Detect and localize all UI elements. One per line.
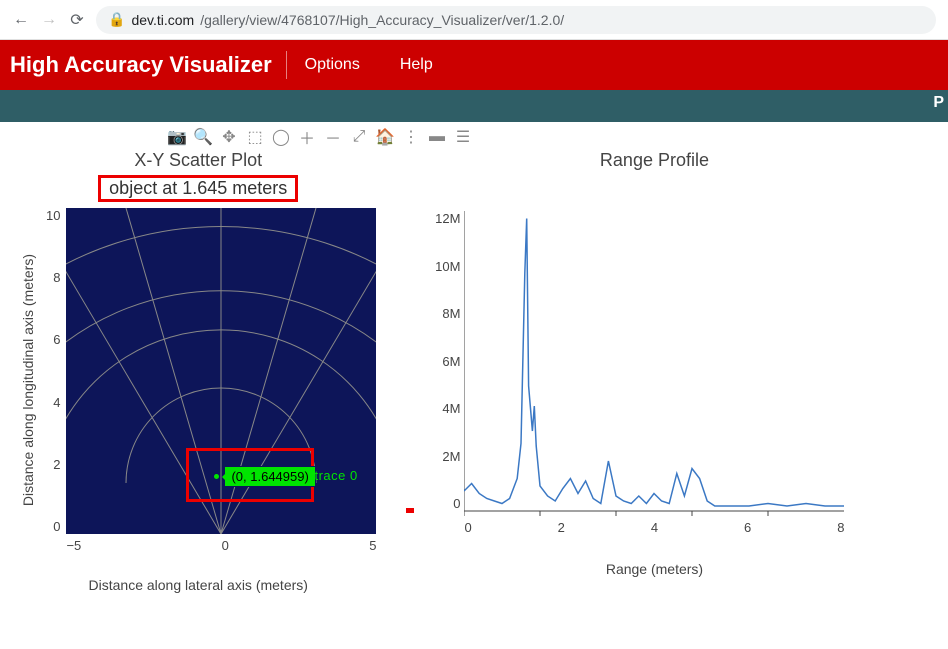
ytick: 4	[53, 395, 60, 410]
subbar-right: P	[933, 94, 944, 112]
zoom-in-icon[interactable]: ＋	[298, 128, 316, 146]
hover-closest-icon[interactable]: ▬	[428, 128, 446, 146]
ytick: 8	[53, 270, 60, 285]
camera-icon[interactable]: 📷	[168, 128, 186, 146]
ytick: 4M	[426, 401, 460, 416]
divider	[286, 51, 287, 79]
xtick: 8	[837, 520, 844, 535]
scatter-yticks: 10 8 6 4 2 0	[40, 208, 66, 534]
range-xticks: 0 2 4 6 8	[464, 520, 844, 535]
back-icon[interactable]: ←	[12, 11, 30, 29]
app-title: High Accuracy Visualizer	[10, 52, 278, 78]
lasso-icon[interactable]: ◯	[272, 128, 290, 146]
xtick: 5	[369, 538, 376, 553]
xtick: 6	[744, 520, 751, 535]
range-yticks: 12M 10M 8M 6M 4M 2M 0	[426, 211, 460, 511]
hover-compare-icon[interactable]: ☰	[454, 128, 472, 146]
box-select-icon[interactable]: ⬚	[246, 128, 264, 146]
scatter-plot-area[interactable]: (0, 1.644959) trace 0	[66, 208, 376, 534]
pan-icon[interactable]: ✥	[220, 128, 238, 146]
url-host: dev.ti.com	[131, 12, 194, 28]
app-bar: High Accuracy Visualizer Options Help	[0, 40, 948, 90]
browser-toolbar: ← → ⟳ 🔒 dev.ti.com/gallery/view/4768107/…	[0, 0, 948, 40]
range-title: Range Profile	[600, 150, 709, 171]
scatter-chart: X-Y Scatter Plot object at 1.645 meters …	[20, 148, 376, 593]
ytick: 2	[53, 457, 60, 472]
sub-bar: P	[0, 90, 948, 122]
zoom-out-icon[interactable]: －	[324, 128, 342, 146]
xtick: 2	[558, 520, 565, 535]
reset-icon[interactable]: 🏠	[376, 128, 394, 146]
scatter-xlabel: Distance along lateral axis (meters)	[20, 577, 376, 593]
ytick: 8M	[426, 306, 460, 321]
range-xlabel: Range (meters)	[464, 561, 844, 577]
ytick: 10M	[426, 259, 460, 274]
legend-marker	[406, 508, 414, 513]
scatter-title: X-Y Scatter Plot	[134, 150, 262, 171]
xtick: 0	[222, 538, 229, 553]
zoom-icon[interactable]: 🔍	[194, 128, 212, 146]
object-annotation: object at 1.645 meters	[98, 175, 298, 202]
address-bar[interactable]: 🔒 dev.ti.com/gallery/view/4768107/High_A…	[96, 6, 936, 34]
xtick: 0	[464, 520, 471, 535]
ytick: 0	[53, 519, 60, 534]
reload-icon[interactable]: ⟳	[68, 10, 86, 30]
ytick: 12M	[426, 211, 460, 226]
point-tooltip: (0, 1.644959)	[224, 466, 315, 487]
spike-lines-icon[interactable]: ⋮	[402, 128, 420, 146]
plot-toolbar: 📷 🔍 ✥ ⬚ ◯ ＋ － ⤢ 🏠 ⋮ ▬ ☰	[0, 122, 948, 148]
menu-help[interactable]: Help	[400, 56, 433, 74]
main-content: X-Y Scatter Plot object at 1.645 meters …	[0, 148, 948, 603]
scatter-ylabel: Distance along longitudinal axis (meters…	[20, 254, 36, 506]
scatter-xticks: −5 0 5	[66, 538, 376, 553]
autoscale-icon[interactable]: ⤢	[350, 128, 368, 146]
ytick: 6	[53, 332, 60, 347]
menu-options[interactable]: Options	[305, 56, 360, 74]
lock-icon: 🔒	[108, 11, 125, 28]
ytick: 2M	[426, 449, 460, 464]
url-path: /gallery/view/4768107/High_Accuracy_Visu…	[200, 12, 564, 28]
trace-label: trace 0	[314, 468, 357, 483]
forward-icon: →	[40, 11, 58, 29]
range-chart: Range Profile 12M 10M 8M 6M 4M 2M 0	[464, 148, 844, 593]
xtick: −5	[66, 538, 81, 553]
ytick: 6M	[426, 354, 460, 369]
ytick: 0	[426, 496, 460, 511]
range-plot-area[interactable]: 12M 10M 8M 6M 4M 2M 0	[464, 211, 844, 531]
ytick: 10	[46, 208, 60, 223]
range-line	[464, 211, 844, 531]
xtick: 4	[651, 520, 658, 535]
